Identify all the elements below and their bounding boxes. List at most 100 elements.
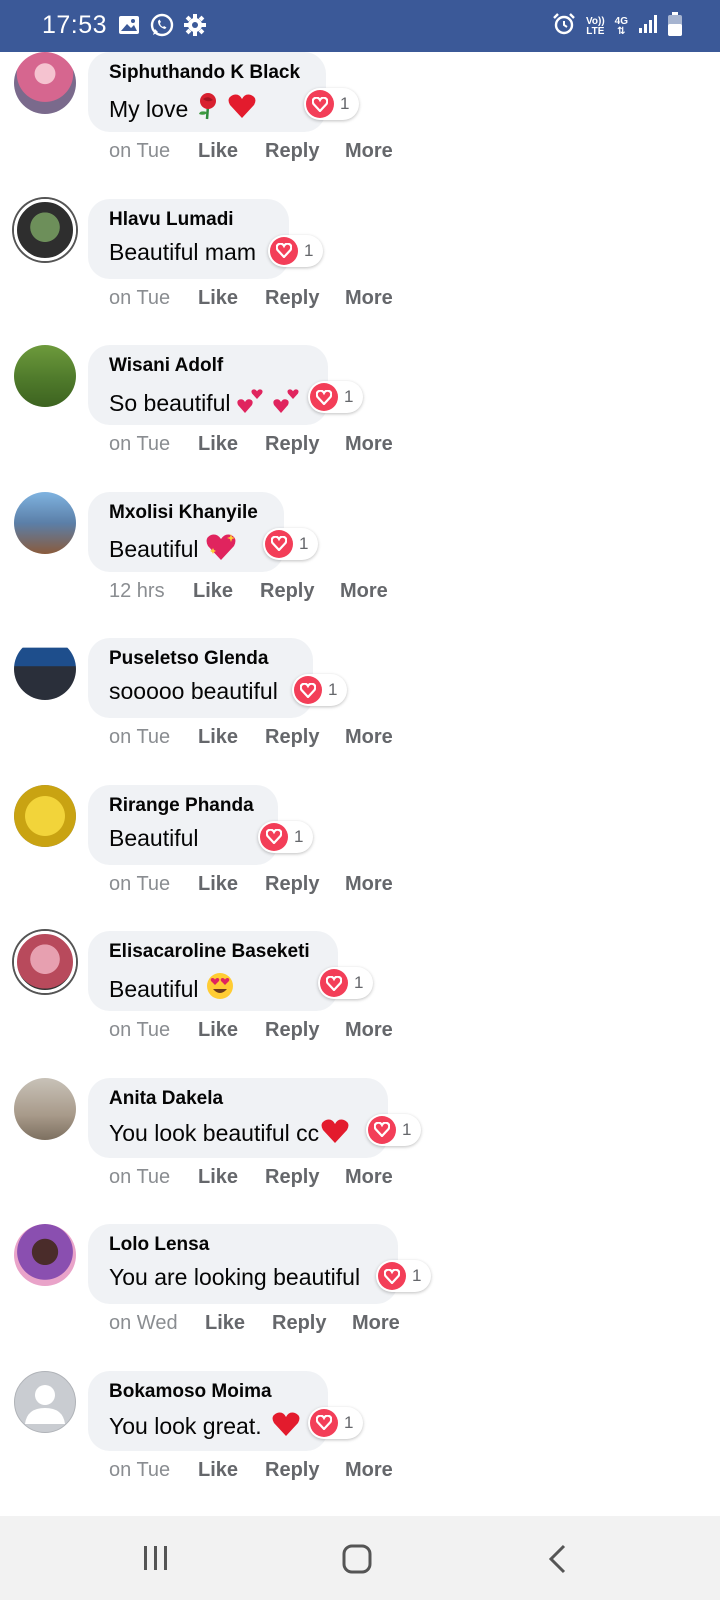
avatar[interactable] (14, 1370, 76, 1433)
comment-item: Wisani Adolf So beautiful 1 on Tue Like … (0, 345, 720, 492)
comment-text: You are looking beautiful (109, 1264, 378, 1291)
like-button[interactable]: Like (198, 1459, 265, 1482)
comment-author[interactable]: Hlavu Lumadi (109, 209, 269, 231)
comment-text: Beautiful (109, 532, 264, 568)
like-button[interactable]: Like (193, 580, 260, 603)
comment-text: sooooo beautiful (109, 678, 293, 705)
like-button[interactable]: Like (198, 140, 265, 163)
data-arrows-icon: ⇅ (617, 25, 626, 37)
more-button[interactable]: More (345, 1019, 393, 1042)
like-button[interactable]: Like (198, 287, 265, 310)
comment-author[interactable]: Wisani Adolf (109, 355, 308, 377)
reply-button[interactable]: Reply (265, 1459, 345, 1482)
comment-author[interactable]: Lolo Lensa (109, 1234, 378, 1256)
reaction-badge[interactable]: 1 (258, 820, 314, 853)
comment-text: You look great. (109, 1411, 308, 1443)
avatar[interactable] (14, 491, 76, 554)
comment-item: Mxolisi Khanyile Beautiful 1 12 hrs Like… (0, 491, 720, 639)
comment-actions: on Tue Like Reply More (109, 1459, 393, 1482)
comment-author[interactable]: Bokamoso Moima (109, 1381, 308, 1403)
comment-author[interactable]: Siphuthando K Black (109, 62, 306, 84)
reply-button[interactable]: Reply (265, 287, 345, 310)
more-button[interactable]: More (345, 140, 393, 163)
reply-button[interactable]: Reply (272, 1312, 352, 1335)
like-button[interactable]: Like (198, 873, 265, 896)
comment-author[interactable]: Mxolisi Khanyile (109, 502, 264, 524)
like-button[interactable]: Like (198, 1019, 265, 1042)
comment-text: You look beautiful cc (109, 1118, 368, 1150)
status-left-icons (118, 13, 206, 42)
comment-bubble[interactable]: Bokamoso Moima You look great. (88, 1370, 328, 1451)
comment-author[interactable]: Rirange Phanda (109, 795, 258, 817)
comment-text: Beautiful (109, 825, 258, 852)
comment-author[interactable]: Anita Dakela (109, 1088, 368, 1110)
reaction-badge[interactable]: 1 (292, 674, 348, 706)
comment-bubble[interactable]: Rirange Phanda Beautiful (88, 784, 278, 865)
comment-item: Puseletso Glenda sooooo beautiful 1 on T… (0, 638, 720, 785)
comment-bubble[interactable]: Mxolisi Khanyile Beautiful (88, 491, 284, 572)
avatar[interactable] (14, 52, 76, 114)
more-button[interactable]: More (345, 1459, 393, 1482)
more-button[interactable]: More (345, 287, 393, 310)
reply-button[interactable]: Reply (265, 1166, 345, 1189)
back-icon[interactable] (546, 1544, 570, 1579)
like-button[interactable]: Like (198, 726, 265, 749)
comment-bubble[interactable]: Puseletso Glenda sooooo beautiful (88, 638, 313, 718)
avatar[interactable] (14, 931, 76, 993)
like-button[interactable]: Like (198, 1166, 265, 1189)
comment-author[interactable]: Puseletso Glenda (109, 648, 293, 670)
comment-item: Lolo Lensa You are looking beautiful 1 o… (0, 1224, 720, 1371)
recents-icon[interactable] (142, 1544, 170, 1577)
comment-bubble[interactable]: Wisani Adolf So beautiful (88, 345, 328, 425)
reaction-count: 1 (304, 240, 314, 260)
reaction-badge[interactable]: 1 (308, 381, 364, 413)
whatsapp-icon (150, 13, 174, 42)
avatar[interactable] (14, 784, 76, 847)
comment-body: You look beautiful cc (109, 1120, 320, 1146)
4g-icon: 4G ⇅ (615, 16, 628, 37)
reply-button[interactable]: Reply (265, 873, 345, 896)
comment-time: 12 hrs (109, 579, 165, 602)
more-button[interactable]: More (340, 580, 388, 603)
reply-button[interactable]: Reply (260, 580, 340, 603)
more-button[interactable]: More (345, 873, 393, 896)
avatar[interactable] (14, 1224, 76, 1286)
like-button[interactable]: Like (198, 433, 265, 456)
avatar[interactable] (14, 638, 76, 700)
reply-button[interactable]: Reply (265, 1019, 345, 1042)
reaction-badge[interactable]: 1 (263, 527, 319, 560)
comment-author[interactable]: Elisacaroline Baseketi (109, 941, 318, 963)
love-reaction-icon (368, 1115, 396, 1144)
reply-button[interactable]: Reply (265, 140, 345, 163)
comment-item: Siphuthando K Black My love 1 on Tue Lik… (0, 52, 720, 199)
reaction-badge[interactable]: 1 (308, 1406, 364, 1439)
reaction-badge[interactable]: 1 (376, 1260, 432, 1292)
avatar[interactable] (14, 1077, 76, 1140)
more-button[interactable]: More (345, 726, 393, 749)
more-button[interactable]: More (345, 1166, 393, 1189)
reply-button[interactable]: Reply (265, 726, 345, 749)
more-button[interactable]: More (352, 1312, 400, 1335)
comment-bubble[interactable]: Siphuthando K Black My love (88, 52, 326, 132)
settings-icon (184, 14, 206, 41)
comment-time: on Tue (109, 433, 171, 455)
comment-bubble[interactable]: Elisacaroline Baseketi Beautiful (88, 931, 338, 1011)
comment-actions: 12 hrs Like Reply More (109, 580, 388, 603)
comment-bubble[interactable]: Lolo Lensa You are looking beautiful (88, 1224, 398, 1304)
home-icon[interactable] (342, 1544, 372, 1579)
comment-bubble[interactable]: Anita Dakela You look beautiful cc (88, 1077, 388, 1158)
reaction-badge[interactable]: 1 (318, 967, 374, 999)
reply-button[interactable]: Reply (265, 433, 345, 456)
status-right-icons: Vo)) LTE 4G ⇅ (552, 12, 682, 41)
reaction-badge[interactable]: 1 (304, 88, 360, 120)
red-heart-icon (272, 1411, 300, 1443)
comment-bubble[interactable]: Hlavu Lumadi Beautiful mam (88, 198, 289, 279)
like-button[interactable]: Like (205, 1312, 272, 1335)
reaction-badge[interactable]: 1 (268, 234, 324, 267)
avatar[interactable] (14, 198, 76, 261)
red-heart-icon (228, 93, 256, 125)
more-button[interactable]: More (345, 433, 393, 456)
reaction-badge[interactable]: 1 (366, 1113, 422, 1146)
avatar[interactable] (14, 345, 76, 407)
comment-item: Elisacaroline Baseketi Beautiful 1 on Tu… (0, 931, 720, 1078)
